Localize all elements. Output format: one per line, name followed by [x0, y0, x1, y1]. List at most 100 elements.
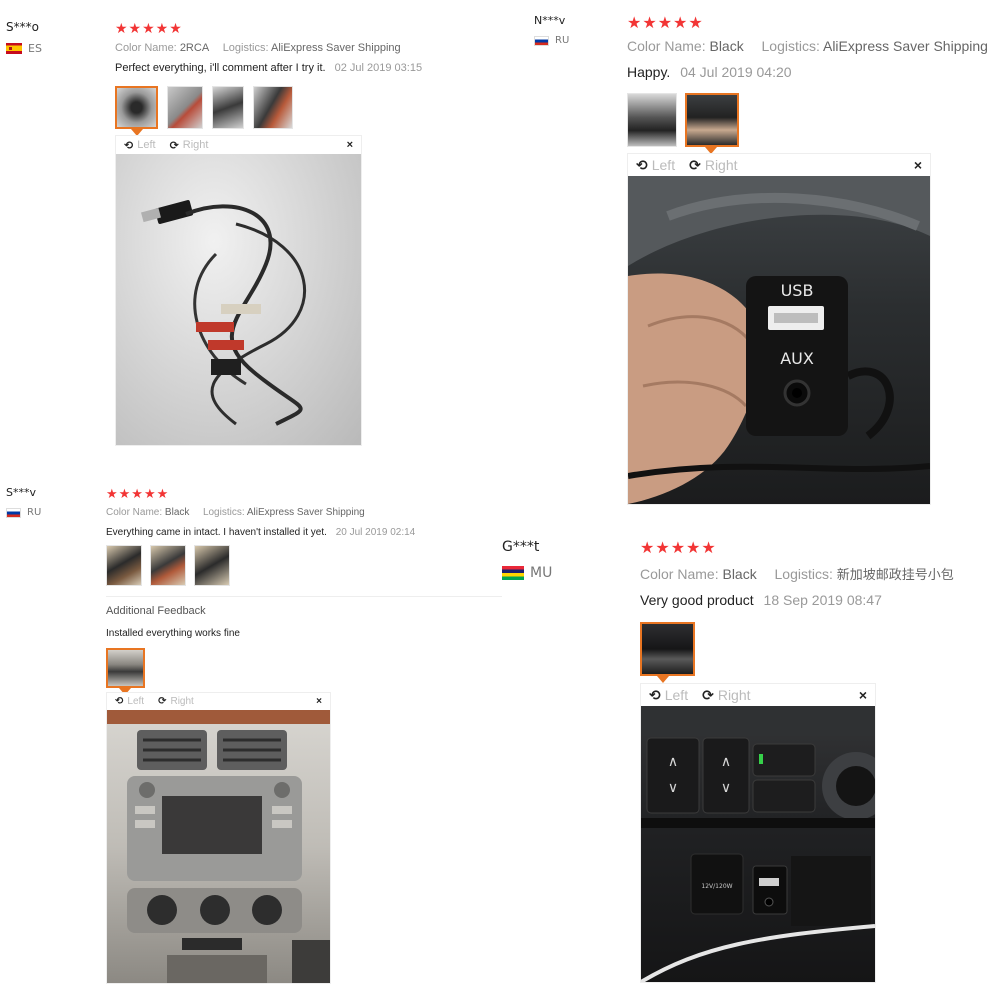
rotate-right-label: Right: [182, 139, 209, 151]
review-comment: Everything came in intact. I haven't ins…: [106, 527, 415, 538]
flag-ru-icon: [6, 507, 21, 518]
rotate-left-button[interactable]: ⟲ Left: [124, 139, 156, 152]
review-body: ★★★★★ Color Name: Black Logistics: AliEx…: [627, 13, 988, 80]
photo-viewer: ⟲ Left ⟳ Right × ∧ ∨ ∧ ∨ 12V/120W: [640, 683, 876, 983]
review-date: 18 Sep 2019 08:47: [763, 592, 882, 608]
close-icon[interactable]: ×: [316, 696, 322, 707]
photo-thumbnail[interactable]: [150, 545, 186, 586]
photo-thumbnail[interactable]: [627, 93, 677, 147]
review-photo: [107, 710, 330, 983]
close-icon[interactable]: ×: [914, 157, 922, 173]
rotate-right-button[interactable]: ⟳ Right: [702, 687, 750, 704]
comment-text: Happy.: [627, 64, 671, 80]
photo-thumbnails: [106, 545, 230, 586]
color-label: Color Name:: [640, 566, 719, 582]
review-comment: Very good product 18 Sep 2019 08:47: [640, 592, 954, 608]
rotate-right-button[interactable]: ⟳ Right: [689, 157, 737, 174]
reviewer-country: RU: [534, 35, 569, 46]
photo-thumbnail[interactable]: [115, 86, 158, 129]
photo-thumbnail[interactable]: [194, 545, 230, 586]
comment-text: Very good product: [640, 592, 754, 608]
console-panel-illustration: ∧ ∨ ∧ ∨ 12V/120W: [641, 706, 875, 982]
photo-thumbnails: [640, 622, 695, 676]
rating-stars: ★★★★★: [640, 540, 717, 557]
rating-stars: ★★★★★: [115, 20, 183, 36]
viewer-toolbar: ⟲ Left ⟳ Right ×: [641, 684, 875, 706]
rotate-right-icon: ⟳: [158, 696, 167, 707]
viewer-toolbar: ⟲ Left ⟳ Right ×: [107, 693, 330, 710]
rotate-right-button[interactable]: ⟳ Right: [170, 139, 209, 152]
usb-label: USB: [781, 281, 814, 300]
photo-thumbnail[interactable]: [106, 545, 142, 586]
photo-thumbnail[interactable]: [685, 93, 739, 147]
review-date: 04 Jul 2019 04:20: [680, 64, 792, 80]
rotate-left-button[interactable]: ⟲ Left: [115, 696, 144, 707]
comment-text: Everything came in intact. I haven't ins…: [106, 527, 327, 538]
rotate-right-label: Right: [704, 157, 738, 173]
color-value: Black: [722, 566, 757, 582]
reviewer-info: S***v RU: [6, 486, 41, 518]
color-value: 2RCA: [179, 42, 209, 54]
rotate-left-button[interactable]: ⟲ Left: [649, 687, 688, 704]
photo-viewer: ⟲ Left ⟳ Right ×: [106, 692, 331, 984]
reviewer-info: S***o ES: [6, 20, 42, 55]
reviewer-info: N***v RU: [534, 14, 569, 46]
rotate-right-icon: ⟳: [169, 139, 179, 152]
rotate-left-icon: ⟲: [649, 686, 661, 703]
review-meta: Color Name: 2RCA Logistics: AliExpress S…: [115, 42, 422, 54]
flag-es-icon: [6, 43, 22, 54]
review-date: 20 Jul 2019 02:14: [335, 527, 416, 538]
review-meta: Color Name: Black Logistics: AliExpress …: [106, 507, 415, 518]
rotate-left-icon: ⟲: [636, 156, 648, 173]
close-icon[interactable]: ×: [347, 139, 353, 151]
voltage-label: 12V/120W: [701, 883, 732, 890]
rating-stars: ★★★★★: [106, 486, 170, 501]
reviewer-country: MU: [502, 565, 552, 581]
reviewer-country: ES: [6, 42, 42, 55]
country-code: RU: [555, 35, 570, 46]
photo-thumbnail[interactable]: [640, 622, 695, 676]
color-label: Color Name:: [115, 42, 177, 54]
review-body: ★★★★★ Color Name: Black Logistics: 新加坡邮政…: [640, 538, 954, 608]
rotate-left-label: Left: [137, 139, 156, 151]
photo-thumbnail[interactable]: [167, 86, 203, 129]
logistics-label: Logistics:: [202, 507, 245, 518]
svg-text:∨: ∨: [721, 780, 731, 796]
svg-text:∧: ∧: [668, 754, 678, 770]
review-meta: Color Name: Black Logistics: AliExpress …: [627, 38, 988, 54]
photo-thumbnail[interactable]: [212, 86, 244, 129]
aux-label: AUX: [780, 349, 814, 368]
car-dashboard-illustration: [107, 710, 330, 983]
rotate-right-icon: ⟳: [702, 686, 714, 703]
flag-ru-icon: [534, 35, 549, 46]
svg-text:∧: ∧: [721, 754, 731, 770]
logistics-value: AliExpress Saver Shipping: [246, 507, 365, 518]
rotate-right-icon: ⟳: [689, 156, 701, 173]
photo-viewer: ⟲ Left ⟳ Right × USB AUX: [627, 153, 931, 505]
rotate-left-icon: ⟲: [115, 696, 124, 707]
logistics-label: Logistics:: [222, 42, 269, 54]
photo-thumbnail[interactable]: [106, 648, 145, 688]
rotate-right-label: Right: [717, 687, 751, 703]
color-value: Black: [164, 507, 190, 518]
photo-thumbnail[interactable]: [253, 86, 293, 129]
flag-mu-icon: [502, 566, 524, 580]
reviewer-name: S***o: [6, 20, 39, 34]
reviewer-name: S***v: [6, 486, 36, 499]
logistics-value: AliExpress Saver Shipping: [271, 42, 401, 54]
rotate-right-label: Right: [170, 696, 194, 707]
svg-text:∨: ∨: [668, 780, 678, 796]
rotate-left-label: Left: [664, 687, 689, 703]
photo-thumbnails: [115, 86, 293, 129]
rating-stars: ★★★★★: [627, 15, 704, 32]
rotate-right-button[interactable]: ⟳ Right: [158, 696, 194, 707]
country-code: RU: [27, 507, 42, 518]
country-code: MU: [530, 565, 553, 581]
additional-feedback-title: Additional Feedback: [106, 605, 206, 617]
rotate-left-button[interactable]: ⟲ Left: [636, 157, 675, 174]
review-date: 02 Jul 2019 03:15: [334, 62, 423, 74]
review-photo: [116, 154, 361, 445]
review-meta: Color Name: Black Logistics: 新加坡邮政挂号小包: [640, 564, 954, 583]
rotate-left-icon: ⟲: [124, 139, 134, 152]
close-icon[interactable]: ×: [859, 687, 867, 703]
